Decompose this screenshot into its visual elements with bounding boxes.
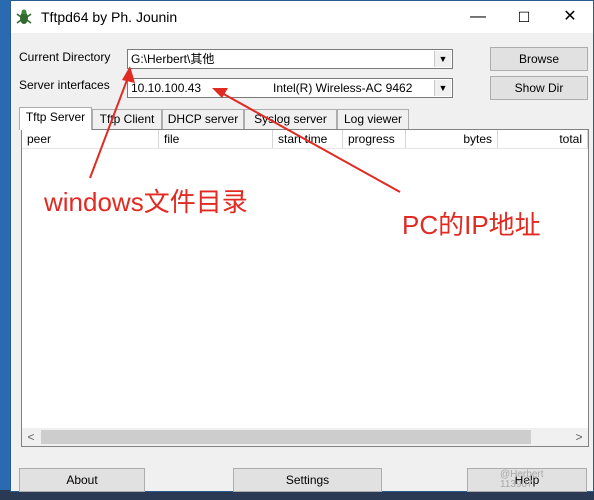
annotation-arrows (89, 66, 401, 193)
arrow-to-directory (89, 71, 131, 179)
arrowhead-icon (212, 88, 228, 98)
annotation-directory-note: windows文件目录 (44, 187, 248, 217)
annotation-ip-note: PC的IP地址 (402, 210, 541, 240)
watermark: @Herbert 113907 (500, 469, 544, 490)
tab-tftp-server[interactable]: Tftp Server (19, 107, 92, 130)
arrow-to-ip (219, 91, 401, 193)
arrowhead-icon (122, 66, 135, 83)
